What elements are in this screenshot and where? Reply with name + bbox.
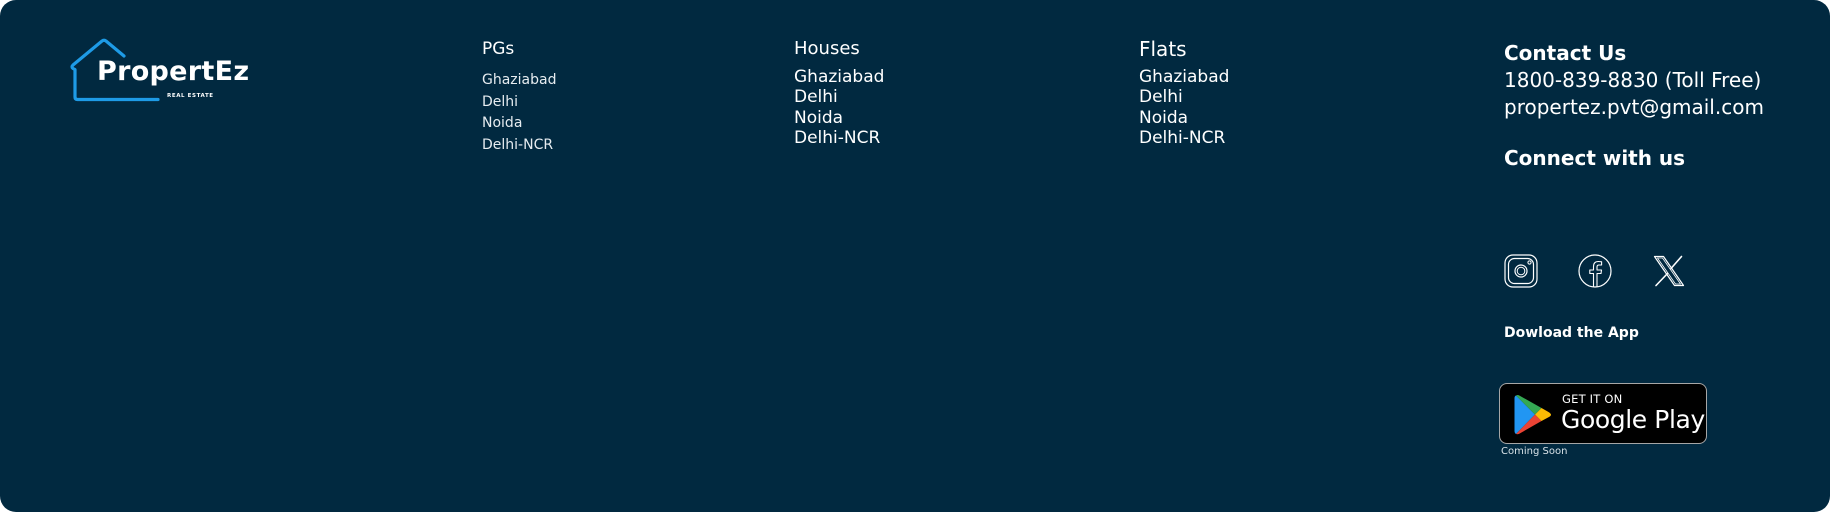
social-links: [1504, 254, 1724, 290]
pgs-link-noida[interactable]: Noida: [482, 114, 522, 134]
email-link[interactable]: propertez.pvt@gmail.com: [1504, 94, 1824, 121]
pgs-heading: PGs: [482, 39, 515, 59]
download-app-heading: Dowload the App: [1504, 325, 1639, 341]
brand-tagline: REAL ESTATE: [167, 93, 214, 99]
flats-links: Ghaziabad Delhi Noida Delhi-NCR: [1139, 67, 1229, 148]
coming-soon-note: Coming Soon: [1501, 446, 1568, 457]
flats-link-delhi[interactable]: Delhi: [1139, 87, 1183, 107]
houses-link-delhi-ncr[interactable]: Delhi-NCR: [794, 128, 880, 148]
houses-link-ghaziabad[interactable]: Ghaziabad: [794, 67, 884, 87]
google-play-button[interactable]: GET IT ON Google Play: [1499, 383, 1707, 444]
flats-link-noida[interactable]: Noida: [1139, 108, 1188, 128]
pgs-link-ghaziabad[interactable]: Ghaziabad: [482, 71, 556, 91]
google-play-icon: [1514, 395, 1551, 435]
pgs-link-delhi[interactable]: Delhi: [482, 93, 518, 113]
phone-link[interactable]: 1800-839-8830 (Toll Free): [1504, 67, 1824, 94]
brand-logo[interactable]: PropertEz REAL ESTATE: [70, 38, 270, 104]
badge-get-it-on: GET IT ON: [1562, 392, 1623, 406]
houses-links: Ghaziabad Delhi Noida Delhi-NCR: [794, 67, 884, 148]
site-footer: PropertEz REAL ESTATE PGs Ghaziabad Delh…: [0, 0, 1830, 512]
flats-heading: Flats: [1139, 37, 1187, 61]
connect-heading: Connect with us: [1504, 146, 1686, 170]
instagram-icon[interactable]: [1504, 254, 1538, 288]
x-icon[interactable]: [1652, 254, 1686, 288]
flats-link-delhi-ncr[interactable]: Delhi-NCR: [1139, 128, 1225, 148]
badge-google-play: Google Play: [1561, 405, 1705, 434]
houses-link-noida[interactable]: Noida: [794, 108, 843, 128]
contact-heading: Contact Us: [1504, 41, 1627, 65]
houses-column: Houses Ghaziabad Delhi Noida Delhi-NCR: [794, 36, 884, 148]
facebook-icon[interactable]: [1578, 254, 1612, 288]
houses-heading: Houses: [794, 38, 860, 59]
houses-link-delhi[interactable]: Delhi: [794, 87, 838, 107]
brand-name: PropertEz: [97, 56, 250, 87]
flats-column: Flats Ghaziabad Delhi Noida Delhi-NCR: [1139, 35, 1229, 148]
pgs-links: Ghaziabad Delhi Noida Delhi-NCR: [482, 69, 556, 155]
contact-section: Contact Us 1800-839-8830 (Toll Free) pro…: [1504, 39, 1824, 121]
pgs-link-delhi-ncr[interactable]: Delhi-NCR: [482, 136, 553, 156]
pgs-column: PGs Ghaziabad Delhi Noida Delhi-NCR: [482, 36, 556, 155]
flats-link-ghaziabad[interactable]: Ghaziabad: [1139, 67, 1229, 87]
